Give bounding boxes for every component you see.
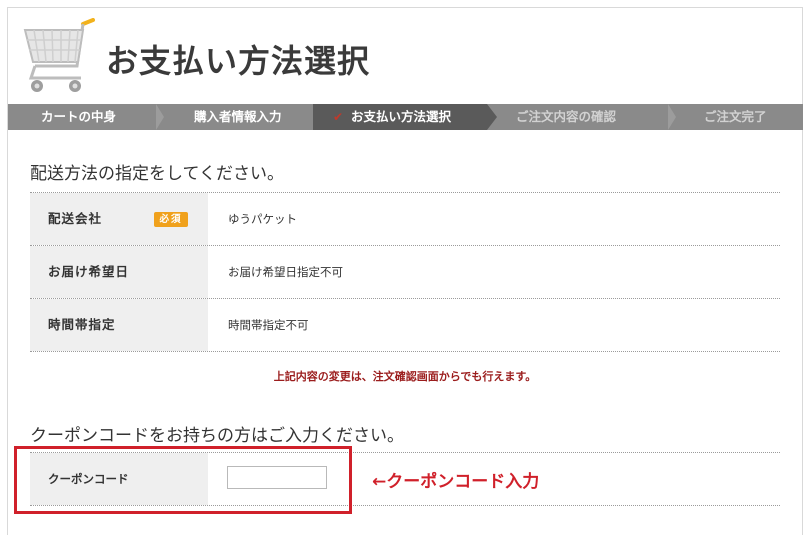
time-slot-value: 時間帯指定不可: [228, 318, 309, 332]
step-payment-label: お支払い方法選択: [351, 109, 452, 124]
required-badge: 必須: [154, 212, 188, 227]
step-confirm: ご注文内容の確認: [516, 109, 617, 124]
table-row: 配送会社 必須 ゆうパケット: [30, 192, 780, 245]
step-buyer-info: 購入者情報入力: [194, 109, 282, 124]
table-row: 時間帯指定 時間帯指定不可: [30, 298, 780, 352]
row-label-carrier: 配送会社 必須: [30, 193, 208, 245]
carrier-label: 配送会社: [48, 211, 103, 226]
check-icon: ✔: [333, 110, 344, 124]
shopping-cart-icon: [23, 18, 95, 92]
step-cart: カートの中身: [41, 109, 117, 124]
delivery-date-label: お届け希望日: [30, 246, 208, 298]
checkout-steps: カートの中身 購入者情報入力 ✔ お支払い方法選択 ご注文内容の確認 ご注文完了: [8, 104, 803, 130]
coupon-highlight-box: [14, 446, 352, 514]
delivery-heading: 配送方法の指定をしてください。: [30, 164, 284, 184]
time-slot-label: 時間帯指定: [30, 299, 208, 351]
change-notice: 上記内容の変更は、注文確認画面からでも行えます。: [273, 370, 537, 383]
step-complete: ご注文完了: [704, 109, 767, 124]
delivery-date-value: お届け希望日指定不可: [228, 265, 343, 279]
step-separator: [156, 104, 164, 130]
carrier-value: ゆうパケット: [228, 212, 297, 226]
page-title: お支払い方法選択: [106, 42, 371, 80]
table-row: お届け希望日 お届け希望日指定不可: [30, 245, 780, 298]
step-separator: [668, 104, 676, 130]
delivery-table: 配送会社 必須 ゆうパケット お届け希望日 お届け希望日指定不可 時間帯指定 時…: [30, 192, 780, 352]
coupon-annotation: ←クーポンコード入力: [372, 472, 540, 492]
coupon-heading: クーポンコードをお持ちの方はご入力ください。: [30, 426, 404, 446]
step-payment: ✔ お支払い方法選択: [313, 104, 487, 130]
step-current-arrow: [487, 104, 497, 130]
